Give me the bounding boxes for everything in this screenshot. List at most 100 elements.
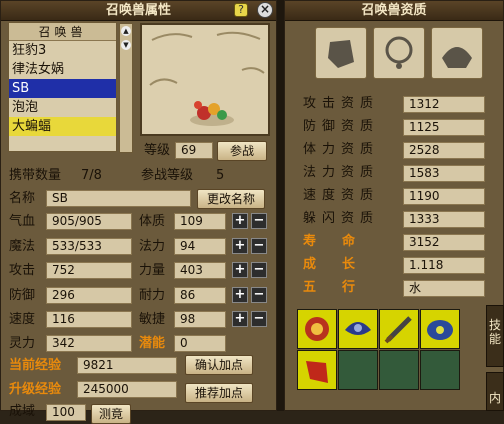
stat-value: 342	[46, 335, 132, 352]
minus-button[interactable]: −	[251, 213, 267, 229]
potential-value: 0	[174, 335, 226, 352]
stat-value: 296	[46, 287, 132, 304]
aptitude-label: 攻击资质	[303, 96, 380, 111]
help-icon[interactable]: ?	[234, 3, 248, 17]
recommend-points-button[interactable]: 推荐加点	[185, 383, 253, 403]
inner-tab[interactable]: 内	[486, 372, 504, 411]
element-value: 水	[403, 280, 485, 297]
stat-label: 速度	[9, 312, 36, 327]
pet-list-item-selected[interactable]: SB	[9, 79, 116, 98]
stat-label: 灵力	[9, 336, 36, 351]
skill-slot-empty[interactable]	[420, 350, 460, 390]
attribute-label: 敏捷	[139, 312, 166, 327]
skill-tab[interactable]: 技能	[486, 305, 504, 367]
confirm-points-button[interactable]: 确认加点	[185, 355, 253, 375]
pet-list-header: 召唤兽	[9, 23, 116, 41]
aptitude-value: 1583	[403, 165, 485, 182]
attribute-value: 94	[174, 238, 226, 255]
potential-label: 潜能	[139, 336, 166, 351]
pet-aptitude-title: 召唤兽资质	[285, 1, 503, 21]
skill-slot-empty[interactable]	[338, 350, 378, 390]
name-input[interactable]: SB	[46, 190, 191, 207]
exp-label: 当前经验	[9, 358, 62, 373]
pet-list: 召唤兽 狂豹3 律法女娲 SB 泡泡 大蝙蝠	[8, 22, 117, 152]
aptitude-value: 1190	[403, 188, 485, 205]
attribute-value: 403	[174, 262, 226, 279]
bottom-partial-button[interactable]: 测竟	[91, 404, 131, 424]
level-value: 69	[175, 142, 213, 159]
skill-slot[interactable]	[338, 309, 378, 349]
skill-slot-empty[interactable]	[379, 350, 419, 390]
lifespan-value: 3152	[403, 234, 485, 251]
stat-value: 116	[46, 311, 132, 328]
plus-button[interactable]: +	[232, 238, 248, 254]
plus-button[interactable]: +	[232, 311, 248, 327]
pet-list-item[interactable]: 律法女娲	[9, 60, 116, 79]
pet-list-item[interactable]: 泡泡	[9, 98, 116, 117]
stat-label: 攻击	[9, 263, 36, 278]
upgrade-exp-value: 245000	[77, 381, 177, 398]
skill-slot[interactable]	[420, 309, 460, 349]
minus-button[interactable]: −	[251, 311, 267, 327]
aptitude-value: 1125	[403, 119, 485, 136]
close-icon[interactable]: ×	[257, 2, 273, 18]
pet-sprite-icon	[149, 31, 265, 126]
attribute-label: 法力	[139, 239, 166, 254]
plus-button[interactable]: +	[232, 213, 248, 229]
plus-button[interactable]: +	[232, 262, 248, 278]
equip-slot[interactable]	[431, 27, 483, 79]
growth-value: 1.118	[403, 257, 485, 274]
bottom-partial-label: 成域	[9, 404, 36, 419]
pet-attributes-panel: 召唤兽属性 ? × 召唤兽 狂豹3 律法女娲 SB 泡泡 大蝙蝠 ▲ ▼ 等级 …	[0, 0, 277, 424]
exp-value: 9821	[77, 357, 177, 374]
aptitude-value: 2528	[403, 142, 485, 159]
attribute-value: 86	[174, 287, 226, 304]
attribute-label: 体质	[139, 214, 166, 229]
scroll-down-icon[interactable]: ▼	[121, 40, 131, 50]
skill-slot[interactable]	[379, 309, 419, 349]
battle-level-value: 5	[216, 168, 225, 183]
minus-button[interactable]: −	[251, 262, 267, 278]
scroll-up-icon[interactable]: ▲	[121, 26, 131, 36]
bottom-partial-value: 100	[46, 404, 86, 421]
skill-slot[interactable]	[297, 350, 337, 390]
equip-slot[interactable]	[315, 27, 367, 79]
aptitude-value: 1312	[403, 96, 485, 113]
upgrade-exp-label: 升级经验	[9, 382, 62, 397]
pet-preview	[140, 23, 270, 136]
element-label: 五 行	[303, 280, 356, 295]
pet-list-item[interactable]: 大蝙蝠	[9, 117, 116, 136]
stat-value: 752	[46, 262, 132, 279]
equip-slot[interactable]	[373, 27, 425, 79]
name-label: 名称	[9, 191, 36, 206]
aptitude-label: 防御资质	[303, 119, 380, 134]
minus-button[interactable]: −	[251, 287, 267, 303]
stat-label: 魔法	[9, 239, 36, 254]
battle-level-label: 参战等级	[141, 168, 194, 183]
carry-count-label: 携带数量	[9, 168, 62, 183]
level-label: 等级	[144, 143, 171, 158]
attribute-value: 109	[174, 213, 226, 230]
carry-count-value: 7/8	[81, 168, 102, 183]
stat-value: 905/905	[46, 213, 132, 230]
stat-label: 防御	[9, 288, 36, 303]
lifespan-label: 寿 命	[303, 234, 356, 249]
aptitude-value: 1333	[403, 211, 485, 228]
aptitude-label: 速度资质	[303, 188, 380, 203]
stat-value: 533/533	[46, 238, 132, 255]
attribute-value: 98	[174, 311, 226, 328]
stat-label: 气血	[9, 214, 36, 229]
panel-divider	[277, 0, 284, 411]
pet-list-item[interactable]: 狂豹3	[9, 41, 116, 60]
skill-slot[interactable]	[297, 309, 337, 349]
aptitude-label: 躲闪资质	[303, 211, 380, 226]
minus-button[interactable]: −	[251, 238, 267, 254]
aptitude-label: 体力资质	[303, 142, 380, 157]
growth-label: 成 长	[303, 257, 356, 272]
pet-aptitude-panel: 召唤兽资质 攻击资质 1312 防御资质 1125 体力资质 2528 法力资质…	[284, 0, 504, 411]
plus-button[interactable]: +	[232, 287, 248, 303]
attribute-label: 耐力	[139, 288, 166, 303]
battle-button[interactable]: 参战	[217, 141, 267, 161]
pet-list-scrollbar[interactable]: ▲ ▼	[119, 23, 133, 153]
rename-button[interactable]: 更改名称	[197, 189, 265, 209]
